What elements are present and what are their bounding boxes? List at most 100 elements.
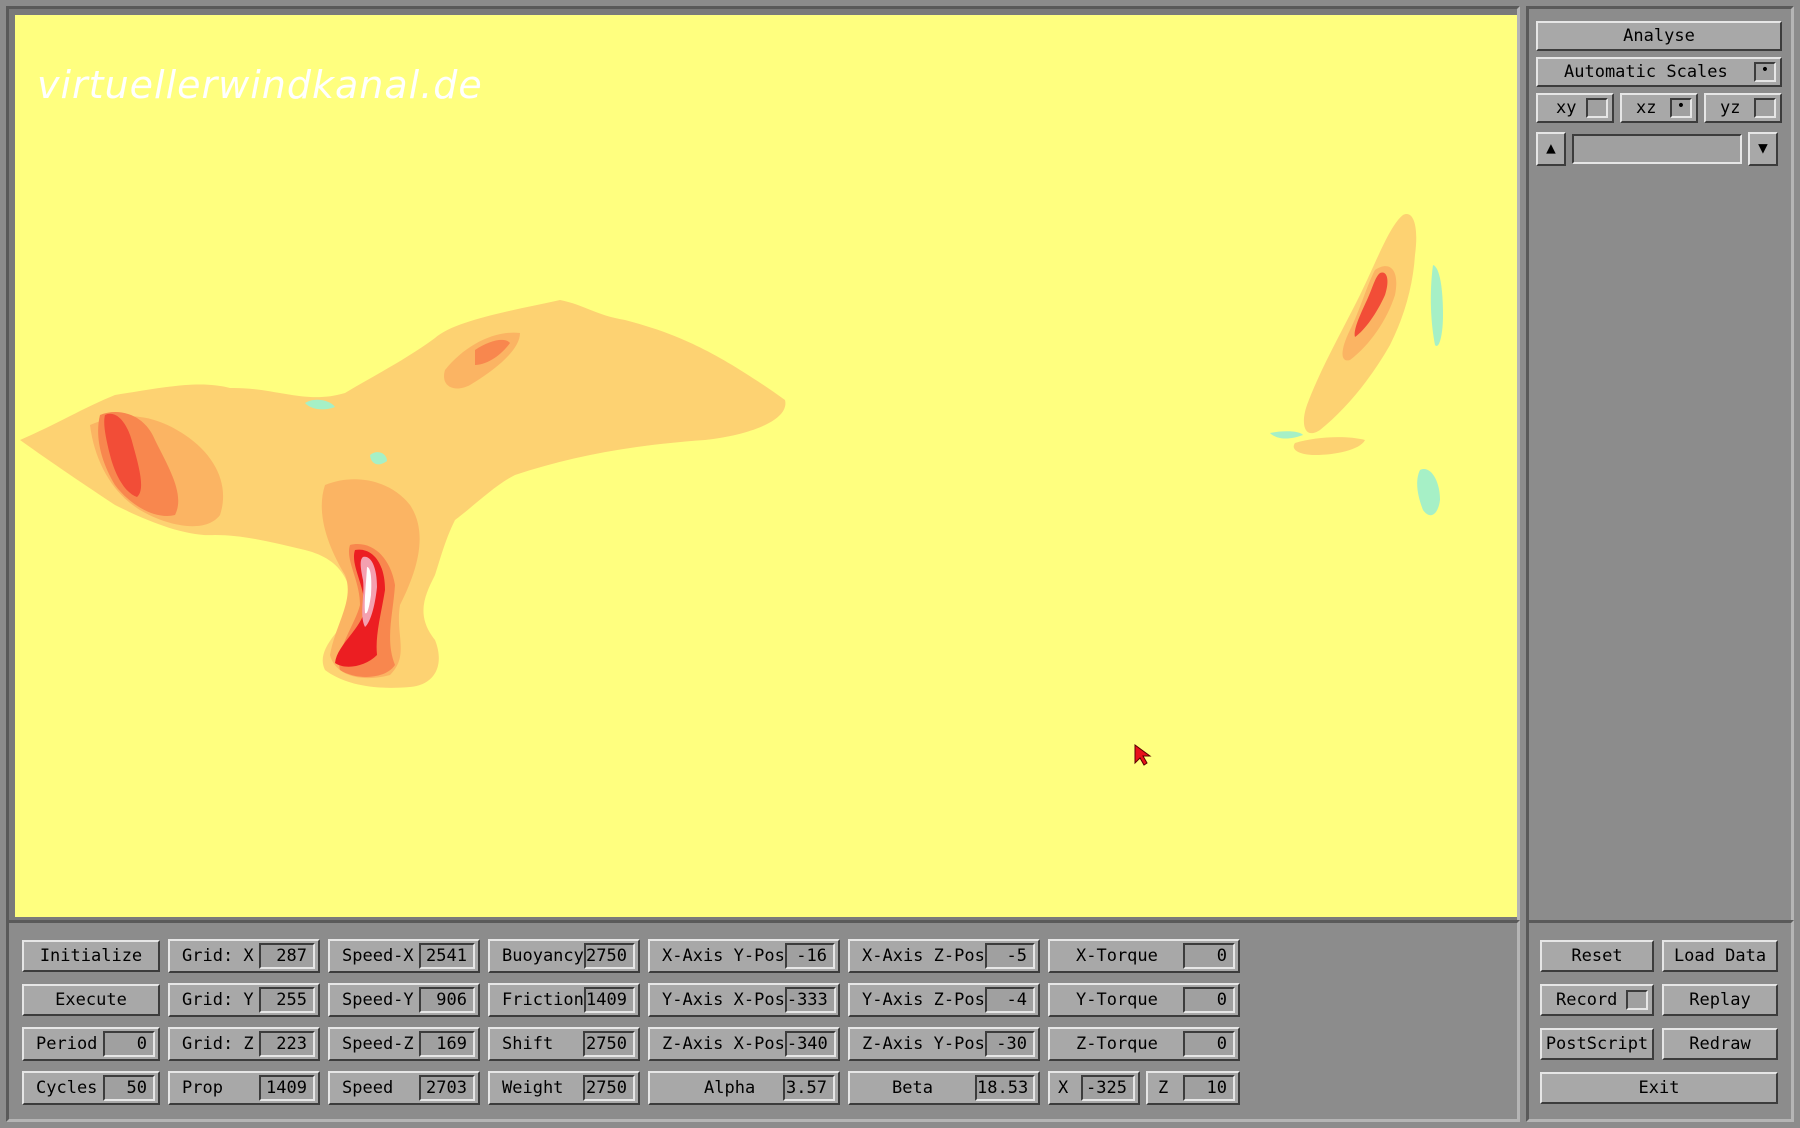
yaxis-zpos-cell: Y-Axis Z-Pos -4 <box>848 983 1040 1017</box>
grid-y-cell: Grid: Y 255 <box>168 983 320 1017</box>
pressure-contour-view[interactable]: virtuellerwindkanal.de <box>15 15 1517 917</box>
z-cell: Z 10 <box>1146 1071 1240 1105</box>
xaxis-zpos-label: X-Axis Z-Pos <box>862 946 985 966</box>
up-arrow-icon: ▲ <box>1546 138 1556 157</box>
plane-xy-toggle[interactable]: xy <box>1536 93 1614 123</box>
shift-input[interactable]: 2750 <box>583 1031 635 1057</box>
grid-z-label: Grid: Z <box>182 1034 254 1054</box>
scroll-down-button[interactable]: ▼ <box>1748 132 1778 166</box>
automatic-scales-checkbox[interactable]: • <box>1754 62 1776 82</box>
shift-cell: Shift 2750 <box>488 1027 640 1061</box>
plane-xz-toggle[interactable]: xz • <box>1620 93 1698 123</box>
speed-y-cell: Speed-Y 906 <box>328 983 480 1017</box>
beta-cell: Beta 18.53 <box>848 1071 1040 1105</box>
speed-y-label: Speed-Y <box>342 990 414 1010</box>
automatic-scales-label: Automatic Scales <box>1564 62 1728 82</box>
grid-x-input[interactable]: 287 <box>259 943 315 969</box>
speed-label: Speed <box>342 1078 394 1098</box>
speed-input[interactable]: 2703 <box>419 1075 475 1101</box>
speed-x-cell: Speed-X 2541 <box>328 939 480 973</box>
reset-button[interactable]: Reset <box>1540 940 1654 972</box>
scroll-up-button[interactable]: ▲ <box>1536 132 1566 166</box>
xaxis-zpos-input[interactable]: -5 <box>984 943 1035 969</box>
load-data-button[interactable]: Load Data <box>1662 940 1778 972</box>
weight-cell: Weight 2750 <box>488 1071 640 1105</box>
grid-z-cell: Grid: Z 223 <box>168 1027 320 1061</box>
xtorque-cell: X-Torque 0 <box>1048 939 1240 973</box>
x-label: X <box>1058 1078 1069 1098</box>
speed-cell: Speed 2703 <box>328 1071 480 1105</box>
ytorque-input[interactable]: 0 <box>1183 987 1235 1013</box>
prop-input[interactable]: 1409 <box>259 1075 315 1101</box>
analyse-button[interactable]: Analyse <box>1536 21 1782 51</box>
grid-y-label: Grid: Y <box>182 990 254 1010</box>
friction-label: Friction <box>502 990 584 1010</box>
zaxis-ypos-input[interactable]: -30 <box>984 1031 1035 1057</box>
xtorque-input[interactable]: 0 <box>1183 943 1235 969</box>
speed-z-cell: Speed-Z 169 <box>328 1027 480 1061</box>
execute-button[interactable]: Execute <box>22 984 160 1016</box>
buoyancy-cell: Buoyancy 2750 <box>488 939 640 973</box>
speed-x-input[interactable]: 2541 <box>419 943 475 969</box>
alpha-input[interactable]: 3.57 <box>783 1075 835 1101</box>
zaxis-xpos-input[interactable]: -340 <box>784 1031 836 1057</box>
zaxis-xpos-cell: Z-Axis X-Pos -340 <box>648 1027 840 1061</box>
period-label: Period <box>36 1034 98 1054</box>
automatic-scales-toggle[interactable]: Automatic Scales • <box>1536 57 1782 87</box>
speed-z-input[interactable]: 169 <box>419 1031 475 1057</box>
period-cell: Period 0 <box>22 1027 160 1061</box>
plane-xz-checkbox[interactable]: • <box>1670 98 1692 118</box>
replay-button[interactable]: Replay <box>1662 984 1778 1016</box>
plane-yz-label: yz <box>1720 98 1741 118</box>
beta-label: Beta <box>892 1078 933 1098</box>
xaxis-ypos-label: X-Axis Y-Pos <box>662 946 785 966</box>
plane-yz-checkbox[interactable] <box>1754 98 1776 118</box>
record-toggle[interactable]: Record <box>1540 984 1654 1016</box>
friction-input[interactable]: 1409 <box>583 987 635 1013</box>
x-input[interactable]: -325 <box>1081 1075 1135 1101</box>
grid-z-input[interactable]: 223 <box>259 1031 315 1057</box>
plane-yz-toggle[interactable]: yz <box>1704 93 1782 123</box>
exit-button[interactable]: Exit <box>1540 1072 1778 1104</box>
speed-z-label: Speed-Z <box>342 1034 414 1054</box>
grid-y-input[interactable]: 255 <box>259 987 315 1013</box>
contour-tail-1b <box>1293 437 1365 455</box>
shift-label: Shift <box>502 1034 554 1054</box>
slider-track[interactable] <box>1572 134 1742 164</box>
xaxis-ypos-cell: X-Axis Y-Pos -16 <box>648 939 840 973</box>
weight-input[interactable]: 2750 <box>583 1075 635 1101</box>
initialize-button[interactable]: Initialize <box>22 940 160 972</box>
plane-xy-checkbox[interactable] <box>1586 98 1608 118</box>
yaxis-xpos-input[interactable]: -333 <box>784 987 836 1013</box>
z-input[interactable]: 10 <box>1183 1075 1235 1101</box>
watermark-text: virtuellerwindkanal.de <box>37 63 483 107</box>
cycles-input[interactable]: 50 <box>103 1075 155 1101</box>
redraw-button[interactable]: Redraw <box>1662 1028 1778 1060</box>
zaxis-ypos-cell: Z-Axis Y-Pos -30 <box>848 1027 1040 1061</box>
ztorque-label: Z-Torque <box>1076 1034 1158 1054</box>
ztorque-input[interactable]: 0 <box>1183 1031 1235 1057</box>
zaxis-xpos-label: Z-Axis X-Pos <box>662 1034 785 1054</box>
down-arrow-icon: ▼ <box>1758 138 1768 157</box>
xaxis-ypos-input[interactable]: -16 <box>784 943 835 969</box>
ytorque-cell: Y-Torque 0 <box>1048 983 1240 1017</box>
record-checkbox[interactable] <box>1626 990 1648 1010</box>
speed-y-input[interactable]: 906 <box>419 987 475 1013</box>
period-input[interactable]: 0 <box>103 1031 155 1057</box>
ztorque-cell: Z-Torque 0 <box>1048 1027 1240 1061</box>
alpha-label: Alpha <box>704 1078 756 1098</box>
grid-x-label: Grid: X <box>182 946 254 966</box>
prop-label: Prop <box>182 1078 223 1098</box>
prop-cell: Prop 1409 <box>168 1071 320 1105</box>
plane-xy-label: xy <box>1556 98 1577 118</box>
grid-x-cell: Grid: X 287 <box>168 939 320 973</box>
yaxis-zpos-input[interactable]: -4 <box>984 987 1035 1013</box>
cycles-cell: Cycles 50 <box>22 1071 160 1105</box>
buoyancy-label: Buoyancy <box>502 946 584 966</box>
buoyancy-input[interactable]: 2750 <box>583 943 635 969</box>
speed-x-label: Speed-X <box>342 946 414 966</box>
negative-tail-c <box>1270 431 1303 439</box>
beta-input[interactable]: 18.53 <box>975 1075 1035 1101</box>
postscript-button[interactable]: PostScript <box>1540 1028 1654 1060</box>
negative-tail-a <box>1430 265 1443 346</box>
